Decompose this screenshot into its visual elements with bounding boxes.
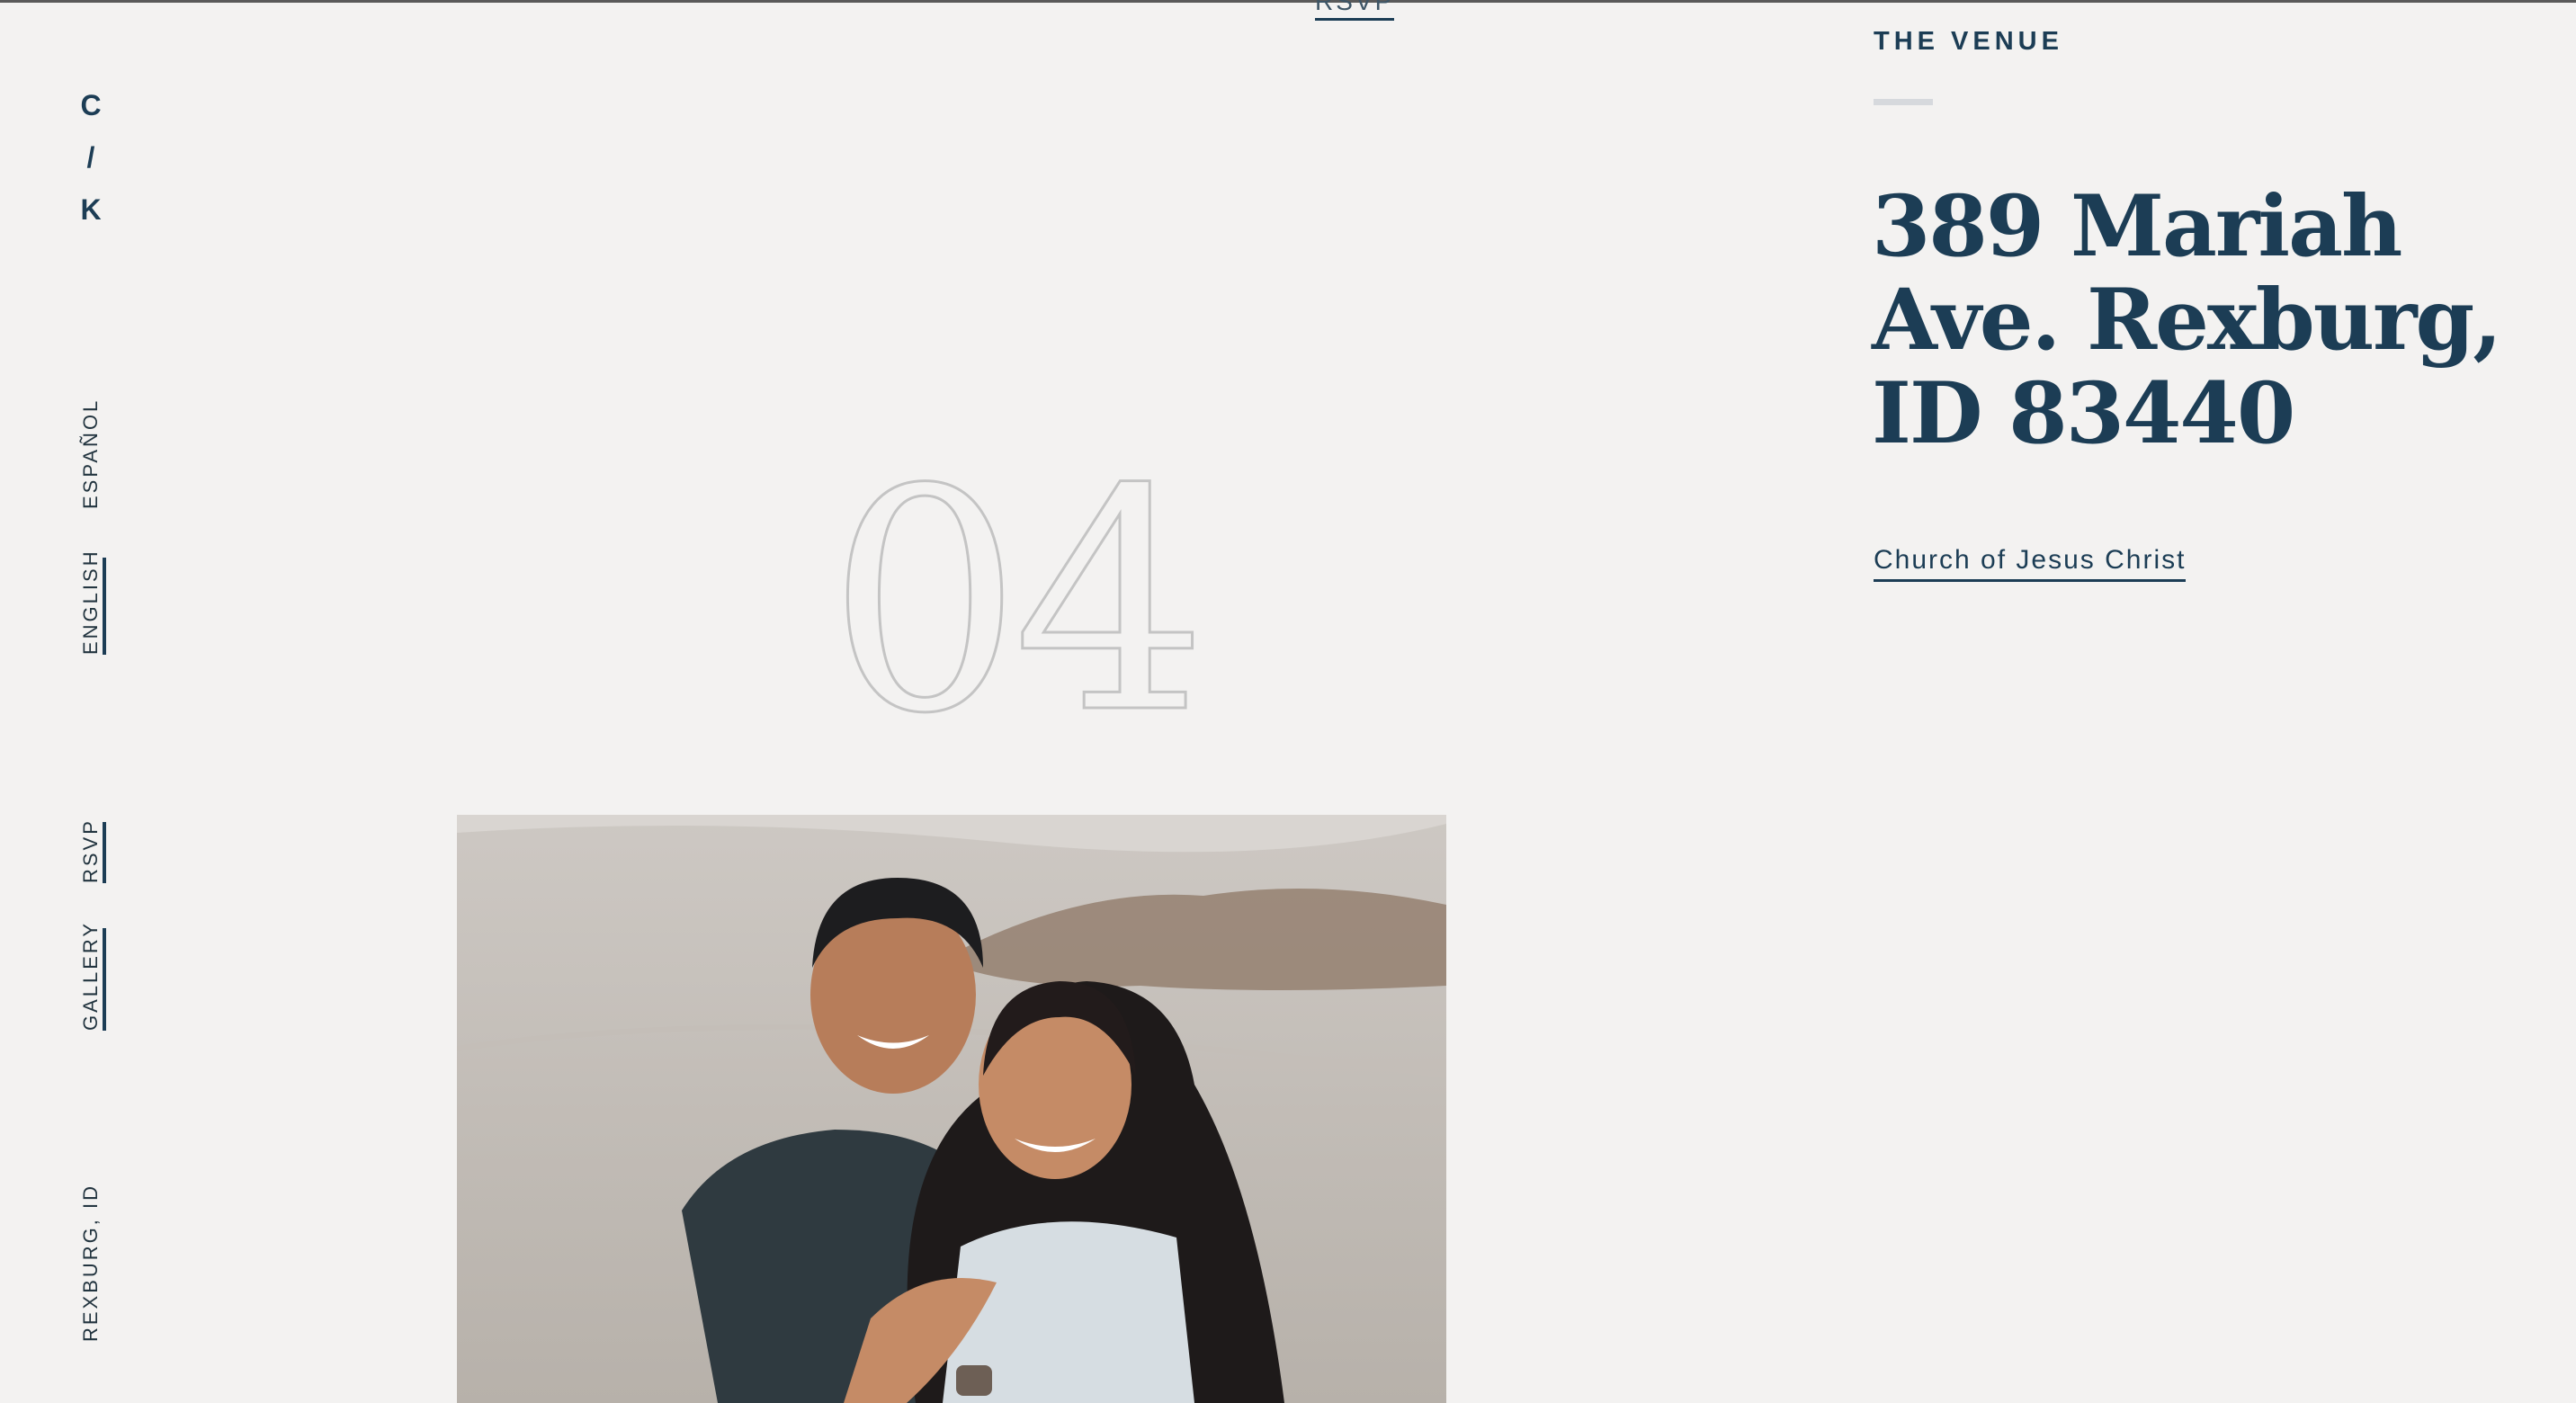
address-line-1: 389 Mariah — [1872, 177, 2402, 276]
couple-photo — [457, 815, 1446, 1403]
section-number: 04 — [827, 424, 1210, 781]
venue-church-link[interactable]: Church of Jesus Christ — [1874, 545, 2187, 582]
english-active-indicator — [103, 558, 106, 655]
monogram-logo[interactable]: C / K — [77, 79, 104, 236]
header-rsvp-link[interactable]: RSVP — [1315, 0, 1395, 21]
rsvp-link-indicator — [103, 822, 106, 883]
location-label: REXBURG, ID — [79, 1183, 102, 1342]
address-line-2: Ave. Rexburg, — [1872, 271, 2502, 370]
language-english-link[interactable]: ENGLISH — [79, 549, 103, 655]
language-espanol-link[interactable]: ESPAÑOL — [79, 398, 103, 509]
couple-photo-illustration — [457, 815, 1446, 1403]
top-border — [0, 0, 2576, 3]
nav-rsvp-link[interactable]: RSVP — [79, 818, 103, 883]
monogram-letter-k: K — [80, 193, 102, 226]
nav-gallery-link[interactable]: GALLERY — [79, 921, 103, 1031]
address-line-3: ID 83440 — [1872, 364, 2295, 463]
monogram-letter-c: C — [80, 89, 102, 121]
venue-address: 389 Mariah Ave. Rexburg, ID 83440 — [1872, 177, 2502, 463]
venue-divider — [1874, 99, 1933, 105]
venue-section-label: THE VENUE — [1874, 27, 2063, 56]
monogram-slash: / — [86, 141, 95, 174]
gallery-link-indicator — [103, 928, 106, 1031]
